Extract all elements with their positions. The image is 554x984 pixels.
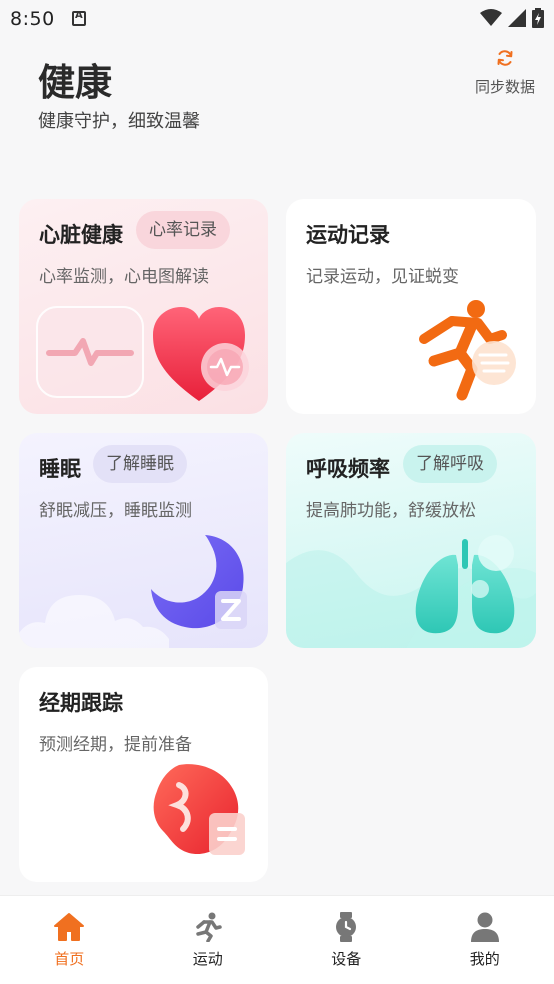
user-icon — [470, 912, 499, 942]
watch-icon — [336, 912, 357, 942]
sleep-card[interactable]: 睡眠 了解睡眠 舒眠减压，睡眠监测 — [19, 433, 268, 648]
bottom-nav: 首页 运动 设备 我的 — [0, 895, 554, 984]
nav-label-sport: 运动 — [192, 950, 223, 968]
breath-card-title: 呼吸频率 — [306, 457, 390, 481]
period-card-title: 经期跟踪 — [39, 691, 123, 715]
wifi-icon — [480, 9, 502, 26]
status-icons — [480, 8, 544, 28]
sync-data-label: 同步数据 — [474, 78, 535, 96]
sport-card-desc: 记录运动，见证蜕变 — [306, 267, 459, 287]
heart-health-card[interactable]: 心脏健康 心率记录 心率监测，心电图解读 — [19, 199, 268, 414]
period-card-desc: 预测经期，提前准备 — [39, 735, 192, 755]
sleep-card-title: 睡眠 — [39, 457, 81, 481]
nav-item-sport[interactable]: 运动 — [139, 896, 278, 984]
period-icon — [153, 764, 245, 855]
learn-sleep-tag[interactable]: 了解睡眠 — [93, 445, 187, 483]
exercise-record-card[interactable]: 运动记录 记录运动，见证蜕变 — [286, 199, 536, 414]
home-icon — [54, 913, 85, 941]
notification-icon — [72, 10, 86, 26]
status-bar: 8:50 — [0, 0, 554, 38]
battery-icon — [532, 8, 544, 28]
heart-card-desc: 心率监测，心电图解读 — [39, 267, 209, 287]
nav-item-home[interactable]: 首页 — [0, 896, 139, 984]
moon-icon — [151, 535, 247, 629]
status-time: 8:50 — [10, 8, 55, 30]
heart-icon — [153, 307, 249, 401]
nav-item-device[interactable]: 设备 — [277, 896, 416, 984]
page-title: 健康 — [38, 61, 112, 104]
sync-data-button[interactable]: 同步数据 — [470, 48, 540, 97]
period-tracking-card[interactable]: 经期跟踪 预测经期，提前准备 — [19, 667, 268, 882]
breathing-rate-card[interactable]: 呼吸频率 了解呼吸 提高肺功能，舒缓放松 — [286, 433, 536, 648]
lungs-icon — [415, 535, 515, 634]
ecg-monitor-icon — [36, 306, 144, 398]
nav-label-home: 首页 — [54, 950, 85, 968]
cloud-icon — [19, 595, 169, 648]
heart-card-title: 心脏健康 — [39, 223, 123, 247]
heart-rate-record-tag[interactable]: 心率记录 — [136, 211, 230, 249]
page-subtitle: 健康守护，细致温馨 — [38, 111, 200, 132]
nav-item-mine[interactable]: 我的 — [416, 896, 554, 984]
sync-icon — [497, 50, 513, 66]
sleep-card-desc: 舒眠减压，睡眠监测 — [39, 501, 192, 521]
runner-icon — [419, 300, 516, 401]
signal-icon — [508, 9, 526, 27]
nav-label-device: 设备 — [331, 950, 362, 968]
learn-breathing-tag[interactable]: 了解呼吸 — [403, 445, 497, 483]
running-icon — [196, 912, 222, 942]
nav-label-mine: 我的 — [469, 950, 500, 968]
sport-card-title: 运动记录 — [306, 223, 390, 247]
